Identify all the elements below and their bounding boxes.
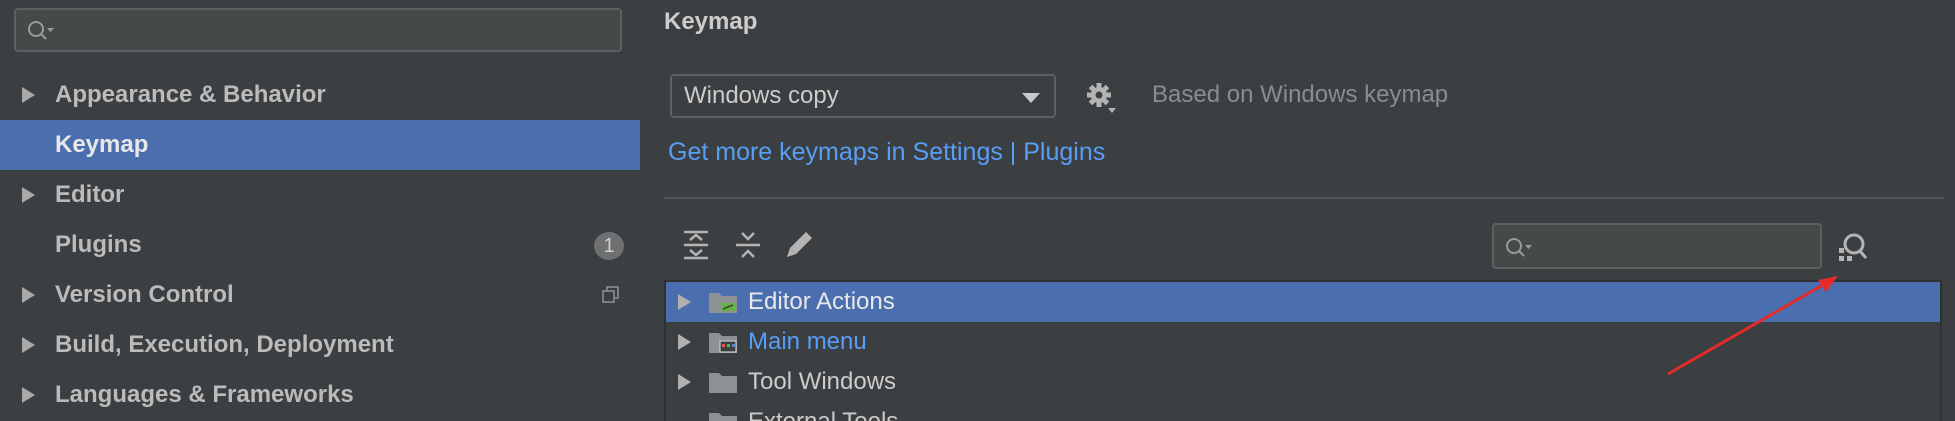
pencil-icon[interactable] xyxy=(784,228,816,262)
get-more-keymaps-link[interactable]: Get more keymaps in Settings | Plugins xyxy=(668,138,1105,167)
collapse-all-icon[interactable] xyxy=(732,228,764,262)
sidebar-item-build-execution-deployment[interactable]: Build, Execution, Deployment xyxy=(0,320,640,370)
sidebar-item-label: Keymap xyxy=(55,131,149,158)
sidebar-item-label: Editor xyxy=(55,181,125,208)
expand-arrow-icon[interactable] xyxy=(22,337,35,353)
copy-icon xyxy=(602,286,619,303)
sidebar-item-label: Languages & Frameworks xyxy=(55,381,354,408)
sidebar-item-keymap[interactable]: Keymap xyxy=(0,120,640,170)
sidebar-item-label: Build, Execution, Deployment xyxy=(55,331,394,358)
folder-icon xyxy=(709,373,737,393)
find-by-shortcut-icon[interactable] xyxy=(1836,230,1870,264)
main-menu-folder-icon xyxy=(709,333,737,353)
keymap-scheme-value: Windows copy xyxy=(684,82,839,109)
tree-item-tool-windows[interactable]: Tool Windows xyxy=(666,362,1940,402)
tree-item-label: Editor Actions xyxy=(748,288,895,315)
expand-all-icon[interactable] xyxy=(680,228,712,262)
update-count-badge: 1 xyxy=(594,232,624,260)
sidebar-item-label: Plugins xyxy=(55,231,142,258)
expand-arrow-icon[interactable] xyxy=(678,374,691,390)
keymap-scheme-select[interactable]: Windows copy xyxy=(670,74,1056,118)
keymap-filter-input[interactable] xyxy=(1492,223,1822,269)
tree-item-external-tools[interactable]: External Tools xyxy=(666,402,1940,421)
sidebar-item-editor[interactable]: Editor xyxy=(0,170,640,220)
folder-icon xyxy=(709,413,737,421)
sidebar-item-version-control[interactable]: Version Control xyxy=(0,270,640,320)
divider xyxy=(664,197,1944,199)
expand-arrow-icon[interactable] xyxy=(22,387,35,403)
expand-arrow-icon[interactable] xyxy=(678,334,691,350)
search-icon xyxy=(28,21,54,40)
based-on-text: Based on Windows keymap xyxy=(1152,81,1449,108)
settings-nav: Appearance & Behavior Keymap Editor Plug… xyxy=(0,70,640,420)
page-title: Keymap xyxy=(664,8,758,35)
settings-window: Appearance & Behavior Keymap Editor Plug… xyxy=(0,0,1955,421)
search-icon xyxy=(1506,238,1532,257)
sidebar-item-appearance-behavior[interactable]: Appearance & Behavior xyxy=(0,70,640,120)
expand-arrow-icon[interactable] xyxy=(22,187,35,203)
settings-sidebar: Appearance & Behavior Keymap Editor Plug… xyxy=(0,0,640,421)
sidebar-item-plugins[interactable]: Plugins 1 xyxy=(0,220,640,270)
sidebar-item-languages-frameworks[interactable]: Languages & Frameworks xyxy=(0,370,640,420)
tree-item-label: Tool Windows xyxy=(748,368,897,395)
tree-item-label: External Tools xyxy=(748,408,898,421)
tree-item-label: Main menu xyxy=(748,328,867,355)
sidebar-item-label: Version Control xyxy=(55,281,234,308)
tree-item-editor-actions[interactable]: Editor Actions xyxy=(666,282,1940,322)
keymap-panel: Keymap Windows copy Based on Windows key… xyxy=(640,0,1955,421)
editor-actions-folder-icon xyxy=(709,293,737,313)
expand-arrow-icon[interactable] xyxy=(22,287,35,303)
tree-item-main-menu[interactable]: Main menu xyxy=(666,322,1940,362)
expand-arrow-icon[interactable] xyxy=(22,87,35,103)
settings-search-input[interactable] xyxy=(14,8,622,52)
expand-arrow-icon[interactable] xyxy=(678,294,691,310)
keymap-action-tree: Editor Actions Main menu Tool Windows xyxy=(664,280,1942,421)
sidebar-item-label: Appearance & Behavior xyxy=(55,81,326,108)
chevron-down-icon xyxy=(1022,93,1040,103)
gear-icon[interactable] xyxy=(1084,80,1118,114)
